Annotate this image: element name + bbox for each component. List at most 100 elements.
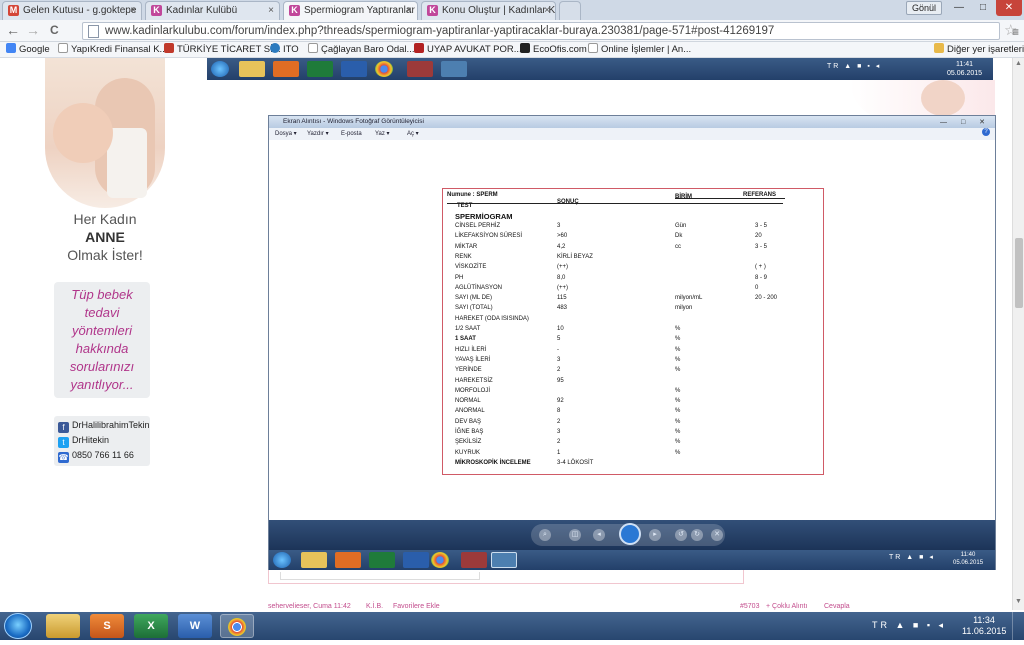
reload-icon[interactable]: C xyxy=(50,22,59,38)
previous-icon: ◂ xyxy=(593,529,605,541)
report-unit: % xyxy=(675,439,681,446)
bookmark-online-islemler[interactable]: Online İşlemler | An... xyxy=(588,43,691,57)
report-unit: % xyxy=(675,398,681,405)
show-desktop-button[interactable] xyxy=(1012,612,1024,640)
menu-ac: Aç ▾ xyxy=(407,131,419,137)
close-tab-icon[interactable]: × xyxy=(130,2,136,19)
scroll-up-icon[interactable]: ▲ xyxy=(1015,60,1022,67)
embedded-taskbar-top: TR ▲ ■ ▪ ◂ 11:41 05.06.2015 xyxy=(207,58,993,80)
report-result: 10 xyxy=(557,326,564,332)
report-test-name: YAVAŞ İLERİ xyxy=(455,356,491,363)
site-favicon-icon: K xyxy=(289,5,300,16)
bookmark-ecoofis[interactable]: EcoOfis.com xyxy=(520,43,587,57)
col-test: TEST xyxy=(457,203,473,209)
mother-baby-image xyxy=(45,58,165,208)
menu-eposta: E-posta xyxy=(341,131,362,137)
site-favicon-icon: K xyxy=(151,5,162,16)
report-test-name: YERİNDE xyxy=(455,367,482,374)
report-result: (++) xyxy=(557,264,569,271)
report-unit: % xyxy=(675,346,681,353)
url-text: www.kadinlarkulubu.com/forum/index.php?t… xyxy=(105,25,775,37)
close-tab-icon[interactable]: × xyxy=(544,2,550,19)
report-unit: % xyxy=(675,408,681,415)
ito-icon xyxy=(270,43,280,53)
multi-quote-link[interactable]: + Çoklu Alıntı xyxy=(766,603,807,610)
bookmark-baro[interactable]: Çağlayan Baro Odal... xyxy=(308,43,414,57)
twitter-link[interactable]: t DrHitekin xyxy=(58,434,109,448)
help-icon: ? xyxy=(982,128,990,136)
report-test-name: HAREKET (ODA ISISINDA) xyxy=(455,315,529,322)
tab-label: Gelen Kutusu - g.goktepe xyxy=(23,5,137,16)
system-tray: TR ▲ ■ ▪ ◂ xyxy=(827,63,882,70)
bookmark-google[interactable]: Google xyxy=(6,43,50,57)
reply-link[interactable]: Cevapla xyxy=(824,603,850,610)
report-reference: 3 - 5 xyxy=(755,223,768,229)
address-toolbar: ← → C www.kadinlarkulubu.com/forum/index… xyxy=(0,20,1024,42)
taskbar-clock[interactable]: 11:34 11.06.2015 xyxy=(962,615,1006,637)
ivf-ad-box[interactable]: Tüp bebek tedavi yöntemleri hakkında sor… xyxy=(54,282,150,398)
tab-kadinlar-kulubu[interactable]: K Kadınlar Kulübü × xyxy=(145,1,280,20)
minimize-button[interactable]: — xyxy=(948,0,970,16)
chrome-menu-icon[interactable]: ≡ xyxy=(1012,25,1019,39)
playback-bar: ⌕ ◫ ◂ ▸ ↺ ↻ ✕ xyxy=(531,523,725,546)
kib-link[interactable]: K.İ.B. xyxy=(366,603,383,610)
scroll-down-icon[interactable]: ▼ xyxy=(1015,598,1022,605)
report-reference: 3 - 5 xyxy=(755,243,768,250)
new-tab-button[interactable] xyxy=(559,1,581,20)
post-author-date[interactable]: sehervelieser, Cuma 11:42 xyxy=(268,603,351,610)
contact-box: f DrHalilibrahimTekin t DrHitekin ☎ 0850 76… xyxy=(54,416,150,466)
report-test-name: 1/2 SAAT xyxy=(455,326,481,332)
bookmark-uyap[interactable]: UYAP AVUKAT POR... xyxy=(414,43,522,57)
report-result: 92 xyxy=(557,398,564,405)
scroll-thumb[interactable] xyxy=(1015,238,1023,308)
report-test-name: ANORMAL xyxy=(455,408,485,415)
tab-spermiogram[interactable]: K Spermiogram Yaptıranlar × xyxy=(283,1,418,20)
post-number-link[interactable]: #5703 xyxy=(740,603,759,610)
start-button[interactable] xyxy=(4,613,32,639)
report-unit: % xyxy=(675,449,681,456)
close-window-button[interactable]: ✕ xyxy=(996,0,1022,16)
report-reference: 20 - 200 xyxy=(755,295,778,302)
report-unit: milyon xyxy=(675,305,693,312)
bookmark-ticaret[interactable]: TÜRKİYE TİCARET Sİ... xyxy=(164,43,281,57)
phone-link[interactable]: ☎ 0850 766 11 66 xyxy=(58,449,134,463)
maximize-button[interactable]: □ xyxy=(972,0,994,16)
excel-taskbar-button[interactable]: X xyxy=(134,614,168,638)
embedded-taskbar-bottom: TR ▲ ■ ◂ 11:40 05.06.2015 xyxy=(269,550,995,570)
menu-yazdir: Yazdır ▾ xyxy=(307,131,329,137)
app-taskbar-button[interactable]: S xyxy=(90,614,124,638)
report-unit: % xyxy=(675,367,681,374)
report-result: 3 xyxy=(557,429,561,435)
photo-viewer-titlebar: Ekran Alıntısı - Windows Fotoğraf Görünt… xyxy=(269,116,995,128)
url-input[interactable]: www.kadinlarkulubu.com/forum/index.php?t… xyxy=(82,22,1000,40)
facebook-link[interactable]: f DrHalilibrahimTekin xyxy=(58,419,150,433)
close-tab-icon[interactable]: × xyxy=(268,2,274,19)
word-taskbar-button[interactable]: W xyxy=(178,614,212,638)
forward-arrow-icon[interactable]: → xyxy=(26,22,40,38)
other-bookmarks-folder[interactable]: Diğer yer işaretleri xyxy=(934,43,1024,57)
slideshow-play-icon xyxy=(619,523,641,545)
report-unit: % xyxy=(675,387,681,394)
user-profile-button[interactable]: Gönül xyxy=(906,1,943,15)
delete-icon: ✕ xyxy=(711,529,723,541)
chrome-taskbar-button[interactable] xyxy=(220,614,254,638)
tab-gmail[interactable]: M Gelen Kutusu - g.goktepe × xyxy=(2,1,142,20)
start-orb-icon xyxy=(273,552,291,568)
bookmark-ito[interactable]: ITO xyxy=(270,43,299,57)
page-scrollbar[interactable]: ▲ ▼ xyxy=(1012,58,1024,610)
report-result: 3 xyxy=(557,356,561,363)
slogan: Her Kadın ANNE Olmak İster! xyxy=(67,211,143,263)
explorer-taskbar-button[interactable] xyxy=(46,614,80,638)
favorite-link[interactable]: Favorilere Ekle xyxy=(393,603,440,610)
bookmark-yapikredi[interactable]: YapıKredi Finansal K... xyxy=(58,43,167,57)
word-icon xyxy=(403,552,429,568)
start-orb-icon xyxy=(211,61,229,77)
report-unit: % xyxy=(675,429,681,435)
back-arrow-icon[interactable]: ← xyxy=(6,22,20,38)
tab-konu-olustur[interactable]: K Konu Oluştur | Kadınlar K × xyxy=(421,1,556,20)
ticaret-icon xyxy=(164,43,174,53)
report-unit: milyon/mL xyxy=(675,295,703,302)
close-tab-icon[interactable]: × xyxy=(406,2,412,19)
tab-label: Konu Oluştur | Kadınlar K xyxy=(442,5,556,16)
google-icon xyxy=(6,43,16,53)
